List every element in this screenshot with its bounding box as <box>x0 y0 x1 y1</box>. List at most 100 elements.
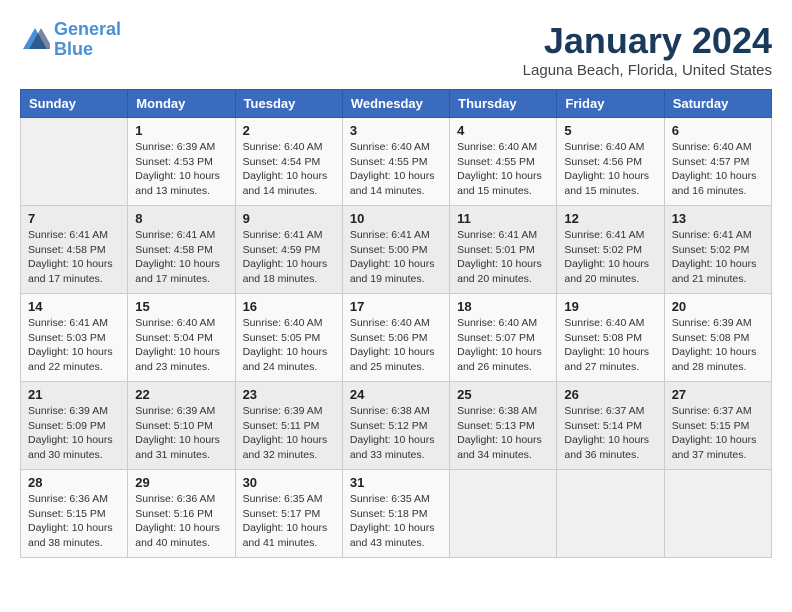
day-info: Sunrise: 6:40 AMSunset: 4:55 PMDaylight:… <box>350 140 442 199</box>
day-info: Sunrise: 6:38 AMSunset: 5:13 PMDaylight:… <box>457 404 549 463</box>
day-number: 5 <box>564 123 656 138</box>
table-row: 4 Sunrise: 6:40 AMSunset: 4:55 PMDaylight… <box>450 118 557 206</box>
table-row: 16 Sunrise: 6:40 AMSunset: 5:05 PMDayligh… <box>235 294 342 382</box>
day-number: 3 <box>350 123 442 138</box>
day-info: Sunrise: 6:39 AMSunset: 5:11 PMDaylight:… <box>243 404 335 463</box>
table-row: 29 Sunrise: 6:36 AMSunset: 5:16 PMDayligh… <box>128 470 235 558</box>
day-info: Sunrise: 6:37 AMSunset: 5:14 PMDaylight:… <box>564 404 656 463</box>
logo-text: General Blue <box>54 20 121 60</box>
col-saturday: Saturday <box>664 90 771 118</box>
day-info: Sunrise: 6:39 AMSunset: 5:09 PMDaylight:… <box>28 404 120 463</box>
table-row <box>21 118 128 206</box>
day-info: Sunrise: 6:40 AMSunset: 5:05 PMDaylight:… <box>243 316 335 375</box>
day-info: Sunrise: 6:41 AMSunset: 4:59 PMDaylight:… <box>243 228 335 287</box>
calendar-week-1: 1 Sunrise: 6:39 AMSunset: 4:53 PMDaylight… <box>21 118 772 206</box>
day-number: 18 <box>457 299 549 314</box>
table-row: 17 Sunrise: 6:40 AMSunset: 5:06 PMDayligh… <box>342 294 449 382</box>
day-number: 13 <box>672 211 764 226</box>
day-number: 16 <box>243 299 335 314</box>
day-number: 8 <box>135 211 227 226</box>
day-number: 22 <box>135 387 227 402</box>
table-row: 24Sunrise: 6:38 AMSunset: 5:12 PMDayligh… <box>342 382 449 470</box>
day-number: 28 <box>28 475 120 490</box>
title-section: January 2024 Laguna Beach, Florida, Unit… <box>523 20 772 79</box>
day-info: Sunrise: 6:41 AMSunset: 4:58 PMDaylight:… <box>28 228 120 287</box>
day-number: 19 <box>564 299 656 314</box>
day-info: Sunrise: 6:40 AMSunset: 4:55 PMDaylight:… <box>457 140 549 199</box>
day-number: 7 <box>28 211 120 226</box>
calendar-week-5: 28 Sunrise: 6:36 AMSunset: 5:15 PMDayligh… <box>21 470 772 558</box>
col-tuesday: Tuesday <box>235 90 342 118</box>
day-number: 1 <box>135 123 227 138</box>
calendar-header-row: Sunday Monday Tuesday Wednesday Thursday… <box>21 90 772 118</box>
day-number: 23 <box>243 387 335 402</box>
table-row: 9Sunrise: 6:41 AMSunset: 4:59 PMDaylight… <box>235 206 342 294</box>
table-row: 18 Sunrise: 6:40 AMSunset: 5:07 PMDayligh… <box>450 294 557 382</box>
col-thursday: Thursday <box>450 90 557 118</box>
day-number: 31 <box>350 475 442 490</box>
day-info: Sunrise: 6:41 AMSunset: 4:58 PMDaylight:… <box>135 228 227 287</box>
day-number: 10 <box>350 211 442 226</box>
table-row: 5 Sunrise: 6:40 AMSunset: 4:56 PMDaylight… <box>557 118 664 206</box>
col-friday: Friday <box>557 90 664 118</box>
day-info: Sunrise: 6:35 AMSunset: 5:17 PMDaylight:… <box>243 492 335 551</box>
table-row: 1 Sunrise: 6:39 AMSunset: 4:53 PMDaylight… <box>128 118 235 206</box>
table-row: 19 Sunrise: 6:40 AMSunset: 5:08 PMDayligh… <box>557 294 664 382</box>
day-number: 20 <box>672 299 764 314</box>
day-number: 11 <box>457 211 549 226</box>
table-row: 31 Sunrise: 6:35 AMSunset: 5:18 PMDayligh… <box>342 470 449 558</box>
day-info: Sunrise: 6:40 AMSunset: 4:56 PMDaylight:… <box>564 140 656 199</box>
day-number: 29 <box>135 475 227 490</box>
table-row: 12 Sunrise: 6:41 AMSunset: 5:02 PMDayligh… <box>557 206 664 294</box>
day-info: Sunrise: 6:37 AMSunset: 5:15 PMDaylight:… <box>672 404 764 463</box>
day-number: 25 <box>457 387 549 402</box>
table-row: 2Sunrise: 6:40 AMSunset: 4:54 PMDaylight… <box>235 118 342 206</box>
table-row: 13 Sunrise: 6:41 AMSunset: 5:02 PMDayligh… <box>664 206 771 294</box>
day-number: 24 <box>350 387 442 402</box>
table-row: 3 Sunrise: 6:40 AMSunset: 4:55 PMDaylight… <box>342 118 449 206</box>
subtitle: Laguna Beach, Florida, United States <box>523 62 772 79</box>
table-row: 30 Sunrise: 6:35 AMSunset: 5:17 PMDayligh… <box>235 470 342 558</box>
day-info: Sunrise: 6:36 AMSunset: 5:16 PMDaylight:… <box>135 492 227 551</box>
day-number: 4 <box>457 123 549 138</box>
table-row <box>557 470 664 558</box>
day-number: 26 <box>564 387 656 402</box>
day-info: Sunrise: 6:40 AMSunset: 5:04 PMDaylight:… <box>135 316 227 375</box>
day-info: Sunrise: 6:39 AMSunset: 4:53 PMDaylight:… <box>135 140 227 199</box>
table-row: 23 Sunrise: 6:39 AMSunset: 5:11 PMDayligh… <box>235 382 342 470</box>
day-number: 14 <box>28 299 120 314</box>
day-info: Sunrise: 6:35 AMSunset: 5:18 PMDaylight:… <box>350 492 442 551</box>
day-info: Sunrise: 6:40 AMSunset: 4:57 PMDaylight:… <box>672 140 764 199</box>
logo: General Blue <box>20 20 121 60</box>
day-info: Sunrise: 6:40 AMSunset: 4:54 PMDaylight:… <box>243 140 335 199</box>
table-row: 8 Sunrise: 6:41 AMSunset: 4:58 PMDaylight… <box>128 206 235 294</box>
day-info: Sunrise: 6:40 AMSunset: 5:08 PMDaylight:… <box>564 316 656 375</box>
table-row: 7 Sunrise: 6:41 AMSunset: 4:58 PMDaylight… <box>21 206 128 294</box>
day-info: Sunrise: 6:41 AMSunset: 5:03 PMDaylight:… <box>28 316 120 375</box>
calendar-week-3: 14 Sunrise: 6:41 AMSunset: 5:03 PMDayligh… <box>21 294 772 382</box>
table-row: 14 Sunrise: 6:41 AMSunset: 5:03 PMDayligh… <box>21 294 128 382</box>
day-number: 6 <box>672 123 764 138</box>
day-info: Sunrise: 6:40 AMSunset: 5:06 PMDaylight:… <box>350 316 442 375</box>
day-info: Sunrise: 6:41 AMSunset: 5:02 PMDaylight:… <box>564 228 656 287</box>
day-info: Sunrise: 6:39 AMSunset: 5:08 PMDaylight:… <box>672 316 764 375</box>
col-wednesday: Wednesday <box>342 90 449 118</box>
table-row: 26 Sunrise: 6:37 AMSunset: 5:14 PMDayligh… <box>557 382 664 470</box>
day-info: Sunrise: 6:36 AMSunset: 5:15 PMDaylight:… <box>28 492 120 551</box>
table-row: 6 Sunrise: 6:40 AMSunset: 4:57 PMDaylight… <box>664 118 771 206</box>
day-number: 17 <box>350 299 442 314</box>
day-number: 21 <box>28 387 120 402</box>
table-row: 27Sunrise: 6:37 AMSunset: 5:15 PMDayligh… <box>664 382 771 470</box>
table-row: 21 Sunrise: 6:39 AMSunset: 5:09 PMDayligh… <box>21 382 128 470</box>
col-sunday: Sunday <box>21 90 128 118</box>
day-number: 30 <box>243 475 335 490</box>
table-row: 25 Sunrise: 6:38 AMSunset: 5:13 PMDayligh… <box>450 382 557 470</box>
day-info: Sunrise: 6:41 AMSunset: 5:02 PMDaylight:… <box>672 228 764 287</box>
day-info: Sunrise: 6:40 AMSunset: 5:07 PMDaylight:… <box>457 316 549 375</box>
calendar-table: Sunday Monday Tuesday Wednesday Thursday… <box>20 89 772 558</box>
table-row: 10Sunrise: 6:41 AMSunset: 5:00 PMDayligh… <box>342 206 449 294</box>
table-row: 15Sunrise: 6:40 AMSunset: 5:04 PMDayligh… <box>128 294 235 382</box>
day-info: Sunrise: 6:39 AMSunset: 5:10 PMDaylight:… <box>135 404 227 463</box>
day-number: 12 <box>564 211 656 226</box>
day-info: Sunrise: 6:41 AMSunset: 5:01 PMDaylight:… <box>457 228 549 287</box>
